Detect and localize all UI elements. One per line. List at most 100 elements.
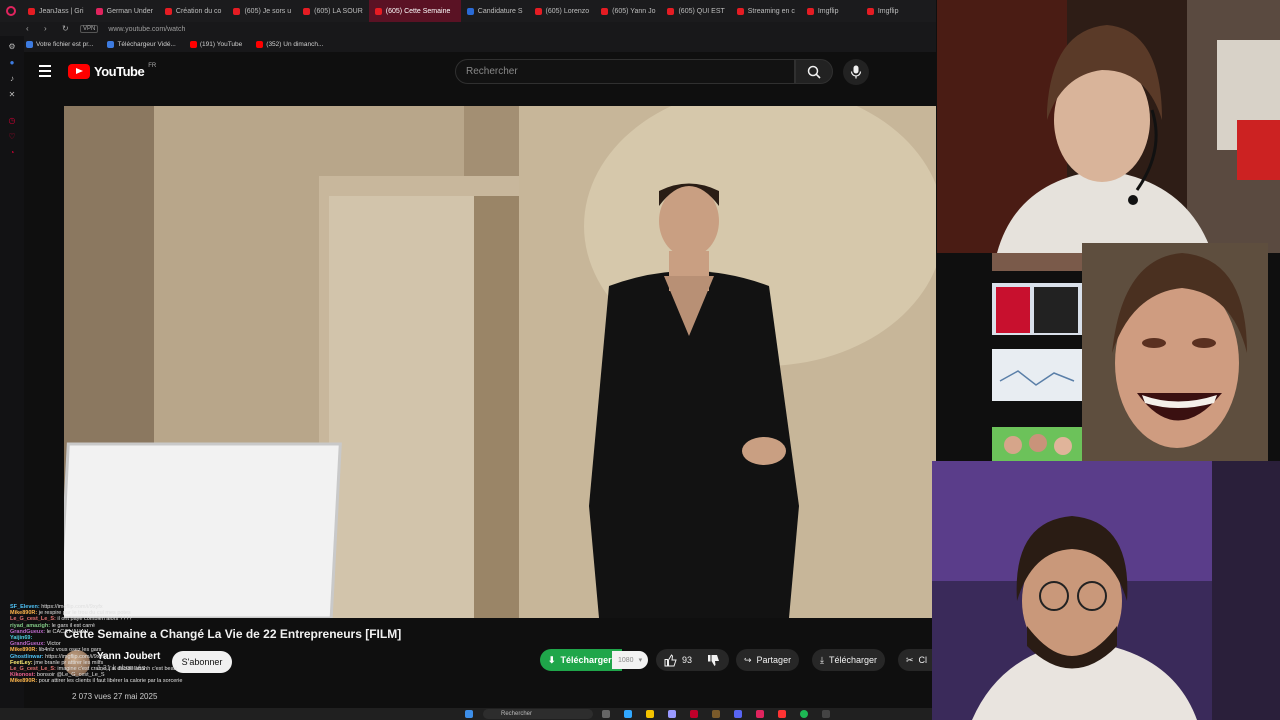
back-icon[interactable]: ‹: [26, 25, 34, 33]
windows-start-icon[interactable]: [465, 710, 473, 718]
bookmark-item[interactable]: (352) Un dimanch...: [256, 40, 323, 48]
video-player[interactable]: [64, 106, 936, 618]
browser-tab[interactable]: JeanJass | Gri: [22, 0, 90, 22]
settings-icon[interactable]: ⚙: [7, 42, 17, 52]
browser-tab[interactable]: (605) Je sors u: [227, 0, 297, 22]
search-button[interactable]: [795, 59, 833, 84]
menu-icon[interactable]: [39, 65, 51, 77]
chat-username: Mike890R:: [10, 678, 38, 685]
chat-text: le CACA HAHAH: [46, 628, 89, 635]
search-input[interactable]: Rechercher: [455, 59, 795, 84]
tab-label: German Under: [106, 7, 153, 15]
vpn-badge[interactable]: VPN: [80, 25, 99, 33]
windows-taskbar: Rechercher: [0, 708, 936, 720]
microphone-icon: [850, 65, 862, 79]
chat-text: lib4nlz vous osez les gars: [38, 647, 102, 654]
chat-text: il ont payé combien alors ????: [57, 616, 132, 623]
spotify-icon[interactable]: [800, 710, 808, 718]
tab-favicon-icon: [303, 7, 311, 15]
youtube-logo[interactable]: YouTube FR: [68, 62, 157, 79]
forward-icon[interactable]: ›: [44, 25, 52, 33]
chat-text: Victor: [46, 641, 61, 648]
bookmark-item[interactable]: (191) YouTube: [189, 40, 242, 48]
tab-label: Imgflip: [817, 7, 839, 15]
app-icon[interactable]: [712, 710, 720, 718]
browser-tab[interactable]: Streaming en c: [731, 0, 801, 22]
browser-tab[interactable]: (605) Yann Jo: [595, 0, 661, 22]
history-icon[interactable]: ◷: [7, 116, 17, 126]
bookmark-item[interactable]: Votre fichier est pr...: [26, 40, 93, 48]
thumbnails-frame: [992, 253, 1082, 462]
photoshop-icon[interactable]: [624, 710, 632, 718]
task-view-icon[interactable]: [602, 710, 610, 718]
url-text[interactable]: www.youtube.com/watch: [108, 26, 185, 33]
like-button[interactable]: 93: [656, 649, 699, 671]
browser-tab[interactable]: Imgflip: [801, 0, 861, 22]
clock-icon[interactable]: ◔: [7, 148, 17, 158]
bookmark-favicon-icon: [256, 40, 264, 48]
tab-favicon-icon: [736, 7, 744, 15]
chat-username: Kikonost:: [10, 672, 36, 679]
share-icon: ↪: [744, 654, 752, 665]
browser-tab[interactable]: Création du co: [159, 0, 228, 22]
browser-tab[interactable]: Candidature S: [461, 0, 529, 22]
bookmark-label: Téléchargeur Vidé...: [117, 40, 176, 48]
quality-value: 1080: [618, 656, 634, 664]
webcam-bottom-frame: [932, 461, 1280, 720]
chat-text: imagine c'est crame, j'ai décidé aaahh c…: [57, 666, 177, 673]
tab-label: Création du co: [175, 7, 222, 15]
bookmark-item[interactable]: Téléchargeur Vidé...: [107, 40, 176, 48]
tab-favicon-icon: [374, 7, 382, 15]
taskbar-search[interactable]: Rechercher: [483, 709, 593, 719]
bookmark-favicon-icon: [26, 40, 33, 48]
browser-tab[interactable]: (605) QUI EST: [661, 0, 730, 22]
region-code: FR: [148, 62, 157, 69]
browser-tab[interactable]: Imgflip: [861, 0, 921, 22]
chat-text: je respire par le trou du cul mes potes: [38, 610, 131, 617]
discord-icon[interactable]: [734, 710, 742, 718]
chat-username: GrandGueux:: [10, 628, 46, 635]
chat-text: pour attirer les clients il faut libérer…: [38, 678, 183, 685]
tab-favicon-icon: [534, 7, 542, 15]
chat-text: https://imgflip.com/i/9xyfxt: [45, 653, 109, 660]
chat-username: SF_Eleven:: [10, 604, 40, 610]
tab-label: (605) Cette Semaine: [385, 7, 451, 15]
heart-icon[interactable]: ♡: [7, 132, 17, 142]
chat-username: riyad_amazigh:: [10, 622, 51, 629]
messenger-icon[interactable]: ●: [7, 58, 17, 68]
premiere-icon[interactable]: [668, 710, 676, 718]
tab-label: JeanJass | Gri: [39, 7, 84, 15]
webcam-streamer-top: [937, 0, 1280, 253]
app-red-icon[interactable]: [778, 710, 786, 718]
download-extension-button[interactable]: ⬇ Télécharger: [540, 649, 622, 671]
file-explorer-icon[interactable]: [646, 710, 654, 718]
download-icon: ⤓: [820, 654, 824, 665]
overlay-laughing-face: [1082, 243, 1268, 461]
share-button[interactable]: ↪ Partager: [736, 649, 800, 671]
clip-button[interactable]: ✂ Cl: [898, 649, 936, 671]
voice-search-button[interactable]: [843, 59, 869, 85]
bookmark-favicon-icon: [107, 40, 115, 48]
browser-tab[interactable]: (605) LA SOUR: [297, 0, 369, 22]
tab-label: Imgflip: [877, 7, 899, 15]
opera-logo-icon[interactable]: [0, 0, 22, 22]
x-icon[interactable]: ✕: [7, 90, 17, 100]
browser-tab[interactable]: (605) Cette Semaine: [368, 0, 461, 22]
chat-username: Yaijin69:: [10, 635, 33, 642]
tab-favicon-icon: [466, 7, 474, 15]
bookmark-favicon-icon: [189, 40, 197, 48]
dislike-button[interactable]: [698, 649, 729, 671]
browser-tab[interactable]: German Under: [90, 0, 159, 22]
download-button[interactable]: ⤓ Télécharger: [812, 649, 886, 671]
app-pink-icon[interactable]: [756, 710, 764, 718]
opera-icon[interactable]: [690, 710, 698, 718]
app-gray-icon[interactable]: [822, 710, 830, 718]
reload-icon[interactable]: ↻: [62, 25, 70, 33]
chat-username: Mike890R:: [10, 610, 38, 617]
browser-tab[interactable]: (605) Lorenzo: [529, 0, 596, 22]
tiktok-icon[interactable]: ♪: [7, 74, 17, 84]
scissors-icon: ✂: [906, 654, 914, 665]
video-frame: [64, 106, 936, 618]
tab-favicon-icon: [866, 7, 874, 15]
quality-select[interactable]: 1080 ▾: [612, 651, 649, 669]
